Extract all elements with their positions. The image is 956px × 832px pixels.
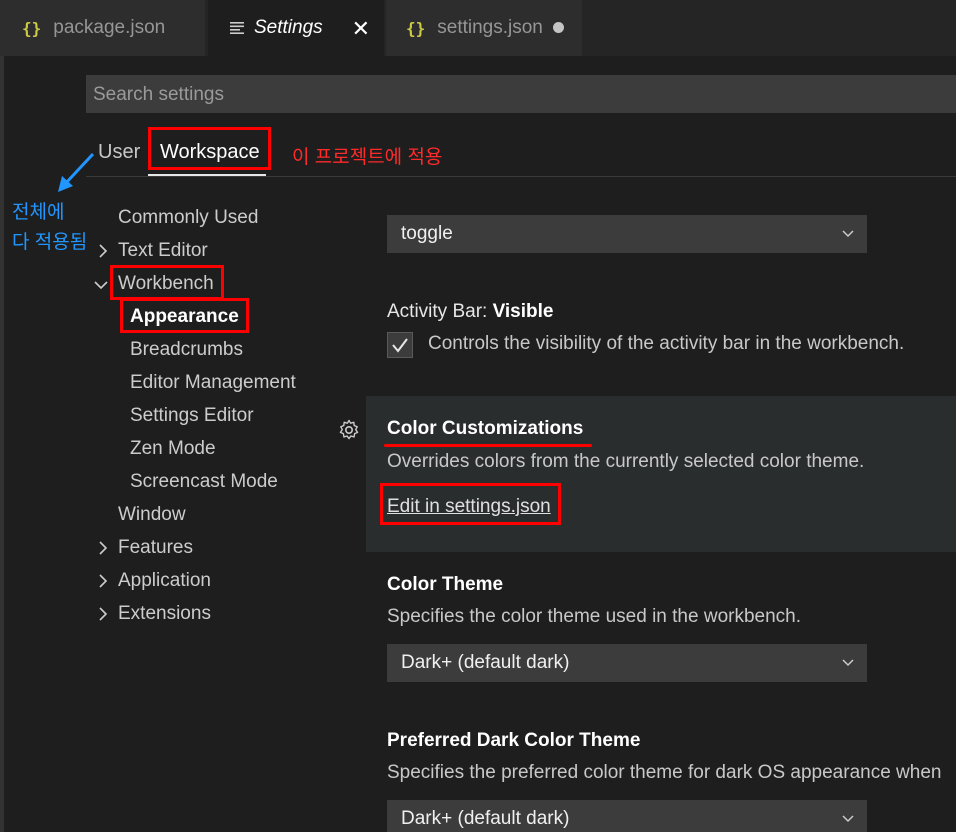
toc-breadcrumbs[interactable]: Breadcrumbs [130,339,243,361]
toc-settings-editor[interactable]: Settings Editor [130,405,254,427]
annotation-box-workspace [148,127,271,170]
check-icon [392,338,408,353]
json-braces-icon: {} [22,18,42,38]
annotation-box-workbench [110,265,224,300]
activity-bar-edge [0,56,4,832]
activity-bar-checkbox[interactable] [387,332,413,358]
scope-divider [86,176,956,177]
settings-list: toggle Activity Bar: Visible Controls th… [366,178,956,832]
toc-window[interactable]: Window [118,504,186,526]
search-input[interactable]: Search settings [86,75,956,113]
toc-text-editor[interactable]: Text Editor [118,240,208,262]
chevron-down-icon[interactable] [93,277,109,293]
annotation-box-edit-link [380,483,561,525]
unsaved-dot-icon[interactable] [553,22,564,33]
tab-label: Settings [254,17,323,38]
chevron-right-icon[interactable] [95,540,111,556]
preferred-dark-theme-select[interactable]: Dark+ (default dark) [387,800,867,832]
setting-category: Activity Bar: [387,301,493,322]
select-value: toggle [401,223,453,244]
close-icon[interactable]: ✕ [352,16,370,42]
tab-label: package.json [53,17,166,38]
toc-zen-mode[interactable]: Zen Mode [130,438,216,460]
toc-commonly-used[interactable]: Commonly Used [118,207,258,229]
json-braces-icon: {} [406,18,426,38]
toc-extensions[interactable]: Extensions [118,603,211,625]
setting-title-preferred-dark: Preferred Dark Color Theme [387,730,641,751]
editor-tab-bar: {} package.json Settings ✕ {} settings.j… [0,0,956,56]
chevron-right-icon[interactable] [95,243,111,259]
color-theme-select[interactable]: Dark+ (default dark) [387,644,867,682]
tab-settings-json[interactable]: {} settings.json [386,0,582,56]
setting-title-color-theme: Color Theme [387,574,504,595]
tab-user[interactable]: User [98,141,140,164]
toc-features[interactable]: Features [118,537,193,559]
setting-desc-preferred-dark: Specifies the preferred color theme for … [387,762,942,783]
select-value: Dark+ (default dark) [401,808,570,829]
annotation-user-note-line2: 다 적용됨 [12,232,88,253]
annotation-arrow-icon [58,152,95,192]
chevron-right-icon[interactable] [95,573,111,589]
chevron-right-icon[interactable] [95,606,111,622]
setting-name: Visible [492,301,554,322]
annotation-box-appearance [120,298,249,333]
tab-label: settings.json [437,17,543,38]
setting-title-color-customizations: Color Customizations [387,418,584,439]
settings-lines-icon [230,22,244,34]
toc-screencast-mode[interactable]: Screencast Mode [130,471,278,493]
setting-title-activity-bar: Activity Bar: Visible [387,301,553,323]
setting-desc-color-theme: Specifies the color theme used in the wo… [387,606,802,627]
chevron-down-icon [842,230,854,238]
chevron-down-icon [842,815,854,823]
chevron-down-icon [842,659,854,667]
setting-desc-color-customizations: Overrides colors from the currently sele… [387,451,865,472]
gear-icon[interactable] [337,418,361,442]
toc-application[interactable]: Application [118,570,211,592]
toc-editor-management[interactable]: Editor Management [130,372,296,394]
select-value: Dark+ (default dark) [401,652,570,673]
annotation-user-note-line1: 전체에 [12,202,65,223]
tab-settings[interactable]: Settings ✕ [208,0,384,56]
annotation-workspace-note: 이 프로젝트에 적용 [292,147,443,168]
annotation-underline [384,444,592,447]
toggle-select[interactable]: toggle [387,215,867,253]
setting-desc-activity-bar: Controls the visibility of the activity … [428,333,905,354]
tab-package-json[interactable]: {} package.json [0,0,205,56]
